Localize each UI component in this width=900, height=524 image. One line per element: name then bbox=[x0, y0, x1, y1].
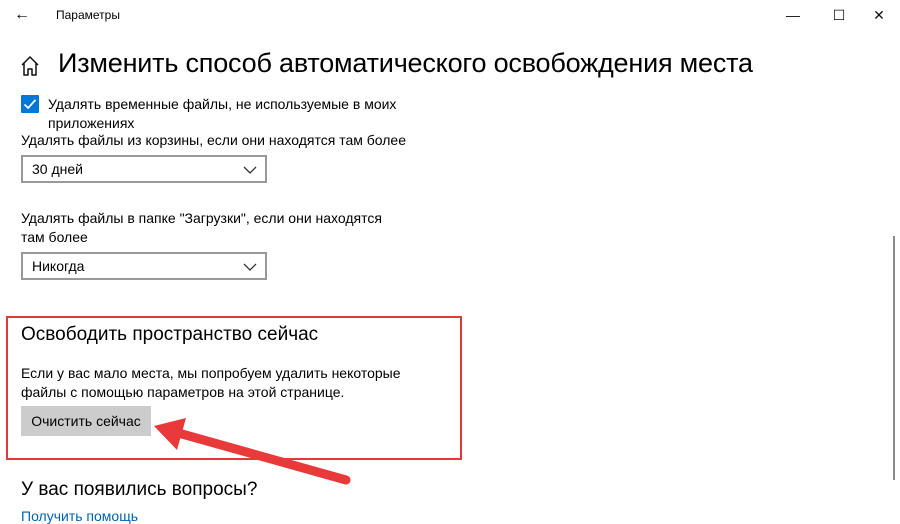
get-help-link[interactable]: Получить помощь bbox=[21, 508, 138, 524]
chevron-down-icon bbox=[243, 263, 257, 271]
minimize-button[interactable]: — bbox=[770, 2, 816, 28]
clean-now-button[interactable]: Очистить сейчас bbox=[21, 406, 151, 436]
scrollbar[interactable] bbox=[893, 236, 895, 480]
back-button[interactable]: ← bbox=[8, 4, 36, 26]
back-arrow-icon: ← bbox=[14, 6, 30, 23]
minimize-icon: — bbox=[786, 7, 800, 23]
chevron-down-icon bbox=[243, 166, 257, 174]
maximize-icon: ☐ bbox=[832, 7, 846, 23]
downloads-label: Удалять файлы в папке "Загрузки", если о… bbox=[21, 210, 382, 245]
page-title: Изменить способ автоматического освобожд… bbox=[58, 48, 753, 78]
free-space-title: Освободить пространство сейчас bbox=[21, 324, 319, 345]
check-icon bbox=[23, 99, 37, 110]
recycle-bin-label: Удалять файлы из корзины, если они наход… bbox=[21, 132, 406, 148]
window-title: Параметры bbox=[56, 8, 120, 22]
temp-files-checkbox[interactable] bbox=[21, 95, 39, 113]
free-space-description: Если у вас мало места, мы попробуем удал… bbox=[21, 365, 401, 400]
close-icon: ✕ bbox=[873, 7, 885, 23]
downloads-selected-value: Никогда bbox=[32, 258, 85, 274]
home-icon[interactable] bbox=[20, 55, 40, 77]
questions-title: У вас появились вопросы? bbox=[21, 479, 258, 500]
recycle-bin-selected-value: 30 дней bbox=[32, 161, 83, 177]
recycle-bin-select[interactable]: 30 дней bbox=[21, 155, 267, 183]
title-bar: ← Параметры — ☐ ✕ bbox=[0, 0, 900, 30]
downloads-select[interactable]: Никогда bbox=[21, 252, 267, 280]
close-button[interactable]: ✕ bbox=[856, 2, 900, 28]
temp-files-label: Удалять временные файлы, не используемые… bbox=[48, 96, 397, 131]
